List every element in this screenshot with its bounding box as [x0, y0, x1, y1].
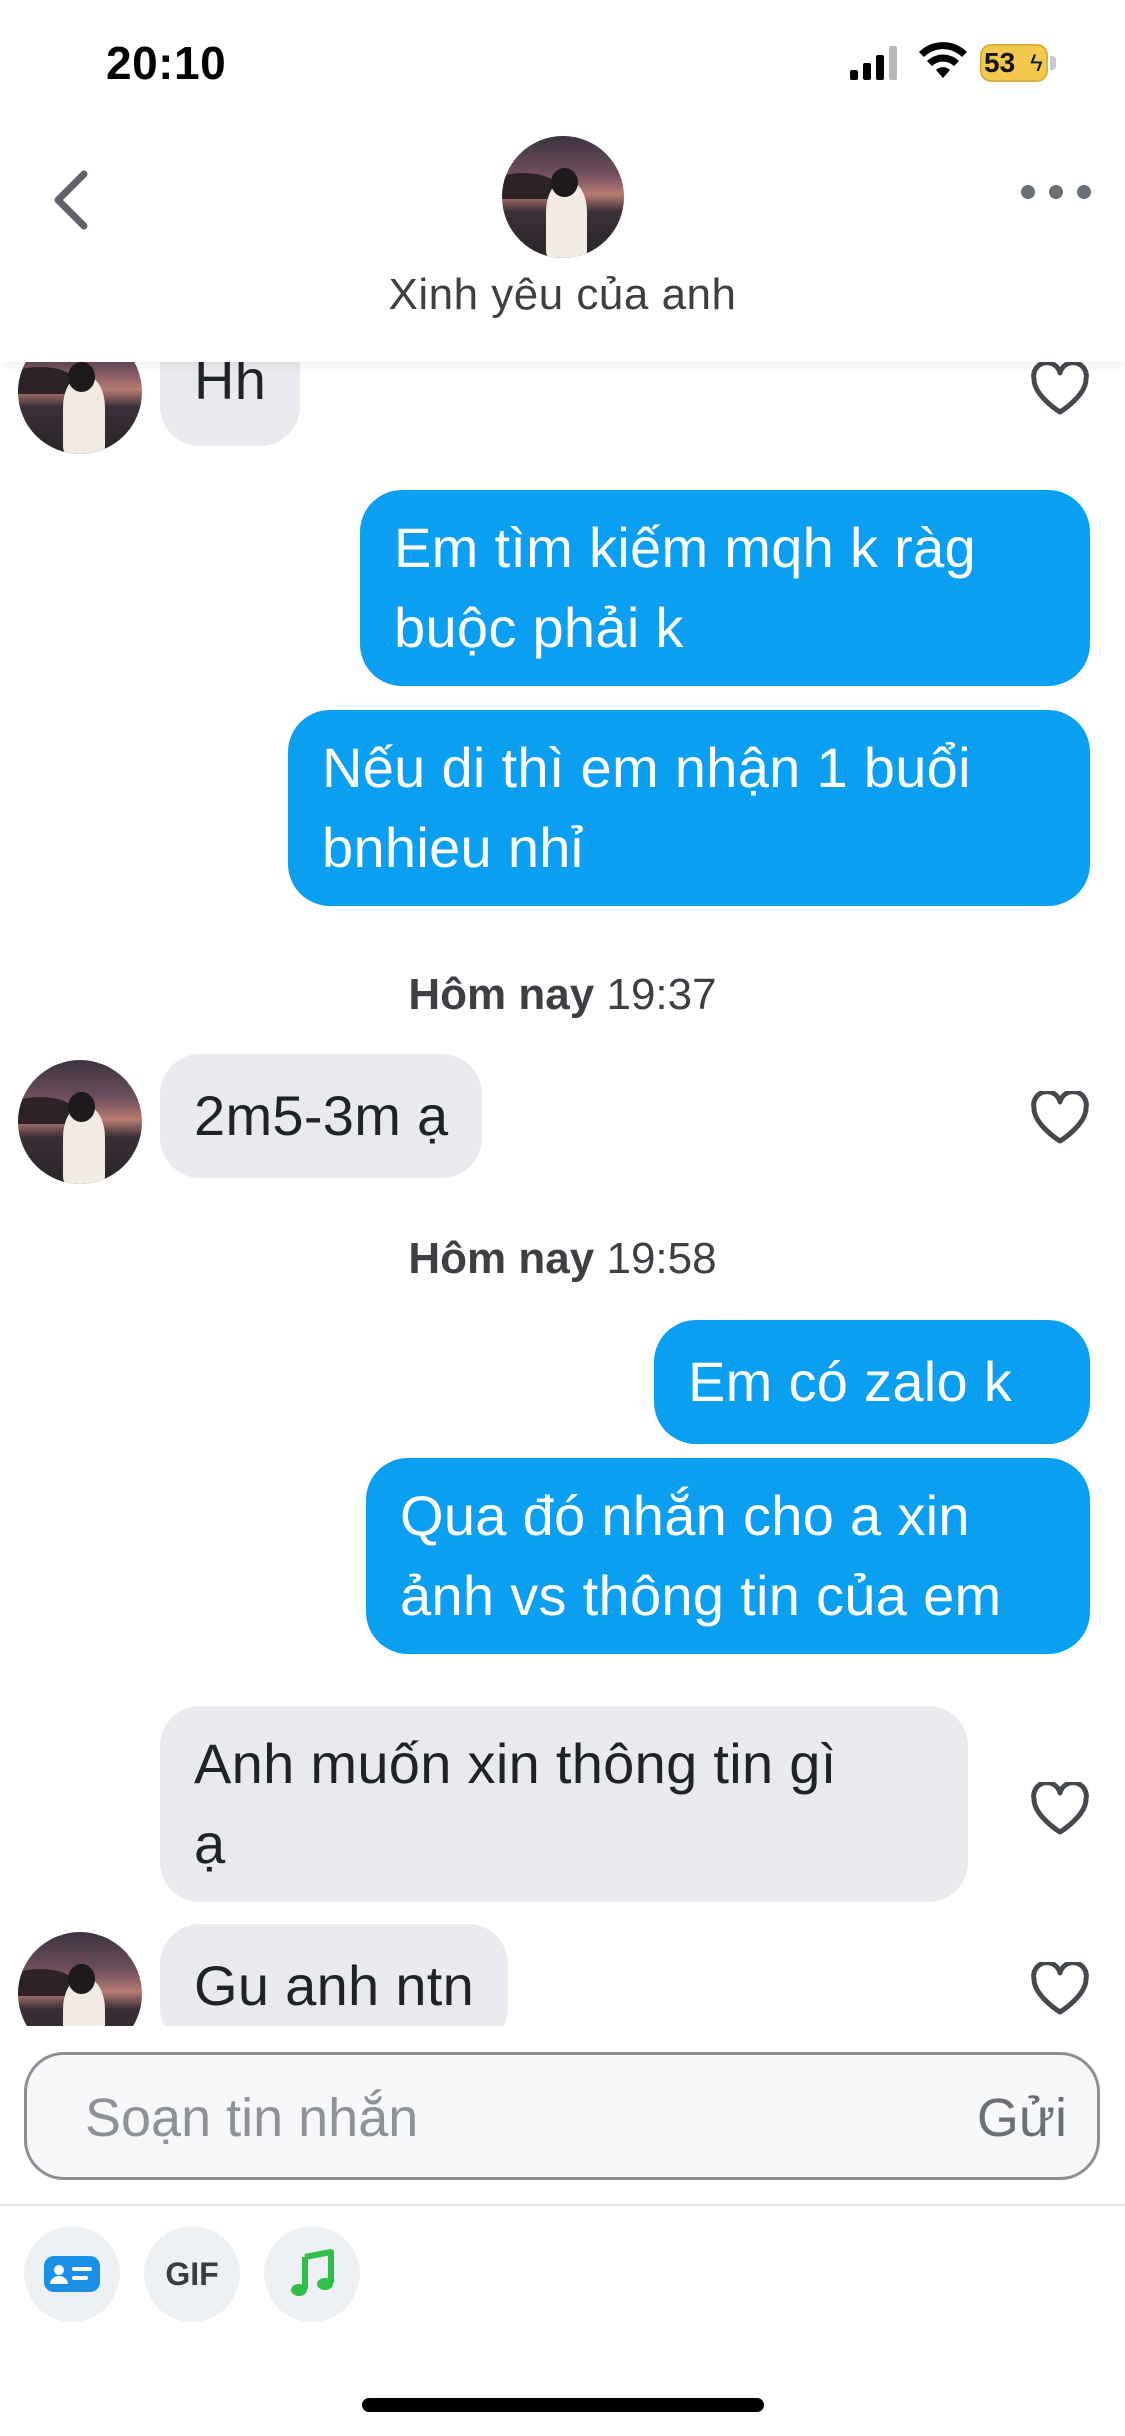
outgoing-message: Qua đó nhắn cho a xin ảnh vs thông tin c…	[366, 1458, 1090, 1654]
contact-name[interactable]: Xinh yêu của anh	[0, 270, 1125, 320]
message-line: Em tìm kiếm mqh k ràg	[394, 516, 976, 579]
message-line: Nếu di thì em nhận 1 buổi	[322, 736, 971, 799]
message-line: bnhieu nhỉ	[322, 816, 584, 879]
heart-icon[interactable]	[1030, 1782, 1090, 1836]
incoming-message: Anh muốn xin thông tin gì ạ	[160, 1706, 968, 1902]
wifi-icon	[919, 42, 967, 78]
incoming-message: Gu anh ntn	[160, 1924, 509, 2026]
message-line: Qua đó nhắn cho a xin	[400, 1484, 970, 1547]
timestamp-divider: Hôm nay 19:58	[0, 1234, 1125, 1284]
message-line: ạ	[194, 1812, 226, 1875]
status-bar: 20:10 53 ϟ	[0, 0, 1125, 130]
chat-header: Xinh yêu của anh	[0, 130, 1125, 362]
cellular-signal-icon	[850, 46, 897, 80]
battery-level: 53	[984, 47, 1016, 78]
timestamp-day: Hôm nay	[408, 1234, 595, 1283]
message-composer: Soạn tin nhắn Gửi	[0, 2026, 1125, 2206]
message-line: buộc phải k	[394, 596, 684, 659]
home-indicator[interactable]	[362, 2398, 764, 2412]
back-button[interactable]	[44, 160, 104, 240]
timestamp-time: 19:58	[606, 1234, 717, 1283]
message-list[interactable]: Hh Em tìm kiếm mqh k ràg buộc phải k Nếu…	[0, 362, 1125, 2026]
heart-icon[interactable]	[1030, 362, 1090, 416]
outgoing-message: Em có zalo k	[654, 1320, 1090, 1444]
send-button[interactable]: Gửi	[977, 2087, 1067, 2149]
battery-charging-icon: 53 ϟ	[980, 44, 1056, 82]
message-avatar[interactable]	[18, 1060, 142, 1184]
more-options-button[interactable]	[1016, 172, 1096, 212]
incoming-message: Hh	[160, 362, 301, 446]
composer-divider	[0, 2204, 1125, 2206]
contact-card-icon	[44, 2256, 100, 2292]
message-line: ảnh vs thông tin của em	[400, 1564, 1002, 1627]
timestamp-divider: Hôm nay 19:37	[0, 970, 1125, 1020]
music-button[interactable]	[264, 2226, 360, 2322]
status-time: 20:10	[106, 37, 227, 89]
music-note-icon	[291, 2249, 334, 2296]
gif-label: GIF	[165, 2255, 219, 2292]
heart-icon[interactable]	[1030, 1091, 1090, 1145]
timestamp-day: Hôm nay	[408, 970, 595, 1019]
outgoing-message: Em tìm kiếm mqh k ràg buộc phải k	[360, 490, 1090, 686]
contact-card-button[interactable]	[24, 2226, 120, 2322]
message-input-placeholder: Soạn tin nhắn	[85, 2088, 419, 2148]
contact-avatar[interactable]	[502, 136, 624, 258]
incoming-message: 2m5-3m ạ	[160, 1054, 483, 1178]
gif-button[interactable]: GIF	[144, 2226, 240, 2322]
outgoing-message: Nếu di thì em nhận 1 buổi bnhieu nhỉ	[288, 710, 1090, 906]
message-avatar[interactable]	[18, 362, 142, 454]
message-avatar[interactable]	[18, 1932, 142, 2026]
message-input[interactable]: Soạn tin nhắn Gửi	[24, 2052, 1100, 2180]
attachment-toolbar: GIF	[0, 2226, 1125, 2326]
message-line: Anh muốn xin thông tin gì	[194, 1732, 837, 1795]
timestamp-time: 19:37	[606, 970, 717, 1019]
heart-icon[interactable]	[1030, 1962, 1090, 2016]
bolt-icon: ϟ	[1030, 50, 1043, 77]
